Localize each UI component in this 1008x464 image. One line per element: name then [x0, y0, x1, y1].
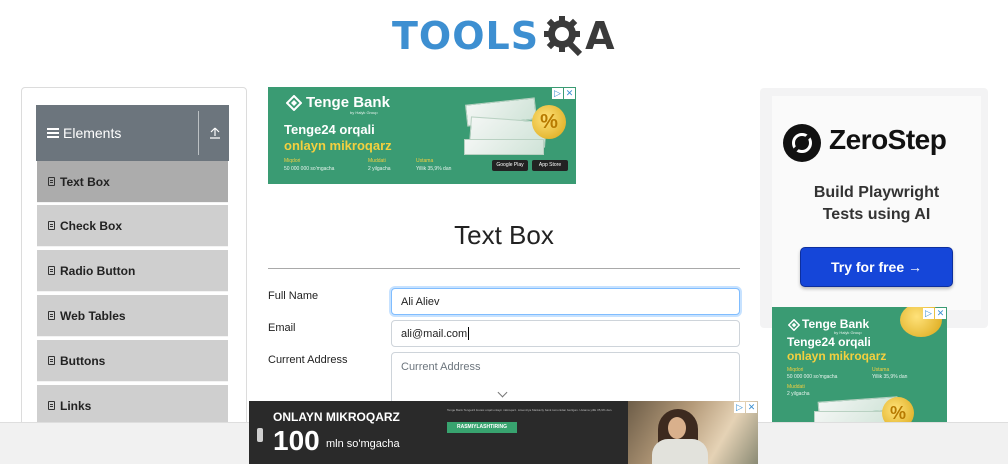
logo-text-a: A — [585, 14, 615, 58]
bottom-ad-cta-button[interactable]: RASMIYLASHTIRING — [447, 422, 517, 433]
bottom-ad-amount: 100 — [273, 425, 320, 456]
percent-coin-icon: % — [882, 397, 914, 425]
email-label: Email — [268, 322, 296, 334]
toolsqa-logo[interactable]: TOOLS A — [392, 10, 615, 62]
zerostep-tagline-1: Build Playwright — [813, 184, 940, 201]
full-name-input[interactable]: Ali Aliev — [391, 288, 740, 315]
title-divider — [268, 268, 740, 269]
current-address-label: Current Address — [268, 354, 348, 366]
page-title: Text Box — [454, 220, 554, 250]
ad-col2-head: Muddati — [368, 158, 386, 164]
sidebar-item-check-box[interactable]: Check Box — [37, 205, 228, 247]
list-icon — [48, 356, 55, 365]
ad-controls[interactable]: ▷ ✕ — [734, 402, 757, 413]
percent-coin-icon: % — [532, 105, 566, 139]
ad-headline-1: Tenge24 orqali — [787, 335, 871, 349]
email-input[interactable]: ali@mail.com — [391, 320, 740, 347]
divider — [198, 111, 199, 155]
lamp-icon — [257, 428, 263, 442]
logo-text-tools: TOOLS — [392, 14, 540, 58]
ad-info-icon[interactable]: ▷ — [552, 88, 563, 99]
sidebar-item-text-box[interactable]: Text Box — [37, 161, 228, 203]
tenge-bank-ad-top[interactable]: Tenge Bank by Halyk Group Tenge24 orqali… — [268, 87, 576, 184]
bottom-banner-ad[interactable]: ONLAYN MIKROQARZ 100 mln so'mgacha Tenge… — [249, 401, 758, 464]
zerostep-name: ZeroStep — [829, 124, 947, 155]
email-value: ali@mail.com — [401, 327, 468, 340]
sidebar-item-links[interactable]: Links — [37, 385, 228, 427]
photo-person-face — [668, 417, 686, 439]
list-icon — [48, 401, 55, 410]
elements-group-header[interactable]: Elements — [36, 105, 229, 161]
sidebar-item-radio-button[interactable]: Radio Button — [37, 250, 228, 292]
banknote-image — [464, 139, 544, 155]
tenge-bank-logo-icon — [285, 94, 303, 112]
ad-close-icon[interactable]: ✕ — [564, 88, 575, 99]
sidebar-item-label: Buttons — [60, 353, 106, 368]
ad-headline-2: onlayn mikroqarz — [787, 349, 887, 363]
ad-col2-val: 2 yilgacha — [368, 166, 391, 172]
ad-col3-val: Yillik 35,9% dan — [416, 166, 452, 172]
app-store-badge[interactable]: App Store — [532, 160, 568, 171]
bottom-ad-headline: ONLAYN MIKROQARZ — [273, 410, 400, 424]
full-name-label: Full Name — [268, 290, 319, 302]
sidebar-item-label: Radio Button — [60, 263, 136, 278]
list-icon — [48, 177, 55, 186]
collapse-arrow-icon[interactable] — [207, 125, 223, 141]
bottom-ad-unit: mln so'mgacha — [326, 438, 400, 450]
google-play-badge[interactable]: Google Play — [492, 160, 528, 171]
ad-col3-val: 2 yilgacha — [787, 391, 810, 397]
zerostep-tagline-2: Tests using AI — [822, 206, 931, 223]
gear-magnifier-icon — [541, 14, 585, 58]
bank-sub: by Halyk Group — [350, 110, 378, 115]
text-cursor — [468, 327, 470, 340]
ad-col3-head: Muddati — [787, 384, 805, 390]
bank-name: Tenge Bank — [306, 94, 390, 111]
sidebar-item-buttons[interactable]: Buttons — [37, 340, 228, 382]
ad-info-icon[interactable]: ▷ — [923, 308, 934, 319]
tenge-bank-ad-right[interactable]: Tenge Bank by Halyk Group Tenge24 orqali… — [772, 307, 947, 425]
menu-icon — [47, 126, 59, 140]
ad-headline-2: onlayn mikroqarz — [284, 138, 392, 153]
ad-close-icon[interactable]: ✕ — [746, 402, 757, 413]
ad-controls[interactable]: ▷ ✕ — [923, 308, 946, 319]
sidebar-item-label: Web Tables — [60, 308, 126, 323]
ad-col1-val: 50 000 000 so'mgacha — [787, 374, 838, 380]
ad-controls[interactable]: ▷ ✕ — [552, 88, 575, 99]
ad-col1-val: 50 000 000 so'mgacha — [284, 166, 335, 172]
ad-close-icon[interactable]: ✕ — [935, 308, 946, 319]
bank-name: Tenge Bank — [802, 317, 870, 331]
list-icon — [48, 221, 55, 230]
ad-col2-val: Yillik 35,9% dan — [872, 374, 908, 380]
sidebar-item-label: Check Box — [60, 218, 123, 233]
photo-person-shirt — [652, 439, 708, 464]
ad-headline-1: Tenge24 orqali — [284, 122, 375, 137]
ad-info-icon[interactable]: ▷ — [734, 402, 745, 413]
sidebar-item-label: Links — [60, 398, 92, 413]
list-icon — [48, 266, 55, 275]
sidebar-item-web-tables[interactable]: Web Tables — [37, 295, 228, 337]
ad-col2-head: Ustama — [872, 367, 890, 373]
tenge-bank-logo-icon — [787, 318, 801, 332]
bottom-ad-fine-print: Tenge Bank Tenge24 ilovasi orqali onlayn… — [447, 408, 613, 412]
full-name-value: Ali Aliev — [401, 295, 440, 308]
list-icon — [48, 311, 55, 320]
ad-col1-head: Miqdori — [787, 367, 804, 373]
ad-col3-head: Ustama — [416, 158, 434, 164]
page: TOOLS A Elements Text Box Check Box Radi… — [0, 0, 1008, 464]
sidebar-item-label: Text Box — [60, 174, 110, 189]
try-for-free-button[interactable]: Try for free → — [800, 247, 953, 287]
ad-col1-head: Miqdori — [284, 158, 301, 164]
current-address-placeholder: Current Address — [401, 361, 481, 373]
group-title: Elements — [63, 125, 122, 141]
zerostep-logo-icon — [783, 124, 821, 162]
